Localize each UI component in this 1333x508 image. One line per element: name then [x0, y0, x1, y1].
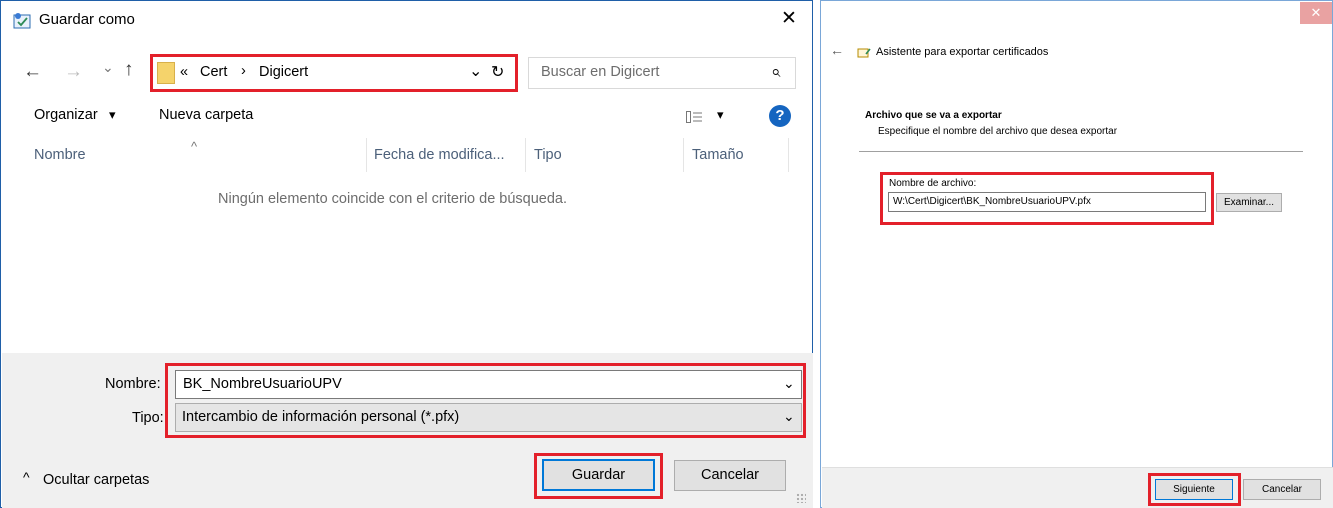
refresh-icon[interactable]: ↻ — [491, 62, 504, 82]
column-header-size[interactable]: Tamaño — [692, 147, 744, 163]
back-arrow-icon[interactable]: ← — [23, 61, 42, 83]
hide-folders-button[interactable]: Ocultar carpetas — [43, 472, 149, 488]
column-header-date[interactable]: Fecha de modifica... — [374, 147, 505, 163]
recent-locations-chevron-icon[interactable]: ⌄ — [102, 59, 114, 76]
breadcrumb-item-cert[interactable]: Cert — [200, 64, 227, 80]
empty-folder-message: Ningún elemento coincide con el criterio… — [218, 191, 568, 207]
filename-label: Nombre de archivo: — [889, 178, 977, 189]
filename-input[interactable]: W:\Cert\Digicert\BK_NombreUsuarioUPV.pfx — [893, 196, 1091, 207]
forward-arrow-icon[interactable]: → — [64, 61, 83, 83]
help-icon[interactable]: ? — [769, 105, 791, 127]
search-input[interactable]: Buscar en Digicert — [541, 64, 659, 80]
back-arrow-icon[interactable]: ← — [830, 42, 844, 58]
save-button[interactable]: Guardar — [542, 459, 655, 491]
dialog-title: Guardar como — [39, 11, 135, 28]
column-separator — [366, 138, 367, 172]
organize-menu[interactable]: Organizar — [34, 107, 98, 123]
section-subtitle: Especifique el nombre del archivo que de… — [878, 126, 1118, 137]
breadcrumb-item-digicert[interactable]: Digicert — [259, 64, 308, 80]
header-divider — [859, 151, 1303, 152]
column-separator — [525, 138, 526, 172]
organize-dropdown-icon[interactable]: ▾ — [109, 107, 116, 123]
view-options-icon[interactable] — [686, 110, 703, 123]
filetype-select[interactable]: Intercambio de información personal (*.p… — [175, 403, 802, 432]
filename-field[interactable]: W:\Cert\Digicert\BK_NombreUsuarioUPV.pfx — [888, 192, 1206, 212]
folder-icon — [157, 62, 175, 84]
column-header-name[interactable]: Nombre — [34, 147, 86, 163]
search-icon[interactable]: ⌕ — [771, 62, 781, 82]
cancel-button[interactable]: Cancelar — [1243, 479, 1321, 500]
filetype-label: Tipo: — [132, 410, 164, 426]
cancel-button-label: Cancelar — [700, 467, 760, 483]
section-title: Archivo que se va a exportar — [865, 110, 1002, 121]
column-separator — [788, 138, 789, 172]
address-dropdown-chevron-icon[interactable]: ⌄ — [469, 61, 482, 81]
filetype-value: Intercambio de información personal (*.p… — [182, 409, 460, 425]
browse-button[interactable]: Examinar... — [1216, 193, 1282, 212]
search-box[interactable]: Buscar en Digicert ⌕ — [528, 57, 796, 89]
column-header-type[interactable]: Tipo — [534, 147, 562, 163]
new-folder-button[interactable]: Nueva carpeta — [159, 107, 253, 123]
cancel-button-label: Cancelar — [1261, 484, 1303, 495]
column-separator — [683, 138, 684, 172]
collapse-chevron-icon[interactable]: ^ — [23, 469, 30, 485]
filename-field[interactable]: BK_NombreUsuarioUPV ⌄ — [175, 370, 802, 399]
close-icon: ✕ — [1310, 5, 1322, 20]
breadcrumb-separator: › — [241, 63, 246, 79]
filename-label: Nombre: — [105, 376, 161, 392]
breadcrumb-overflow[interactable]: « — [180, 64, 188, 80]
filename-input[interactable]: BK_NombreUsuarioUPV — [183, 376, 342, 392]
close-icon[interactable]: ✕ — [781, 7, 797, 30]
next-button-label: Siguiente — [1173, 484, 1215, 495]
view-dropdown-icon[interactable]: ▾ — [717, 107, 724, 123]
address-bar[interactable]: « Cert › Digicert ⌄ ↻ — [150, 54, 518, 92]
sort-ascending-icon: ^ — [191, 139, 198, 154]
wizard-title: Asistente para exportar certificados — [876, 46, 1049, 58]
next-button[interactable]: Siguiente — [1155, 479, 1233, 500]
up-arrow-icon[interactable]: ↑ — [124, 59, 134, 81]
filetype-dropdown-chevron-icon[interactable]: ⌄ — [783, 408, 795, 425]
resize-grip-icon[interactable] — [796, 493, 806, 503]
close-button[interactable]: ✕ — [1300, 2, 1332, 24]
filename-dropdown-chevron-icon[interactable]: ⌄ — [783, 375, 795, 392]
browse-button-label: Examinar... — [1223, 197, 1275, 208]
certificate-export-wizard: ✕ ← Asistente para exportar certificados… — [820, 0, 1333, 508]
app-icon — [12, 11, 32, 29]
save-button-label: Guardar — [571, 467, 626, 483]
certificate-wizard-icon — [857, 46, 871, 58]
cancel-button[interactable]: Cancelar — [674, 460, 786, 491]
save-as-dialog: Guardar como ✕ ← → ⌄ ↑ « Cert › Digicert… — [0, 0, 813, 508]
